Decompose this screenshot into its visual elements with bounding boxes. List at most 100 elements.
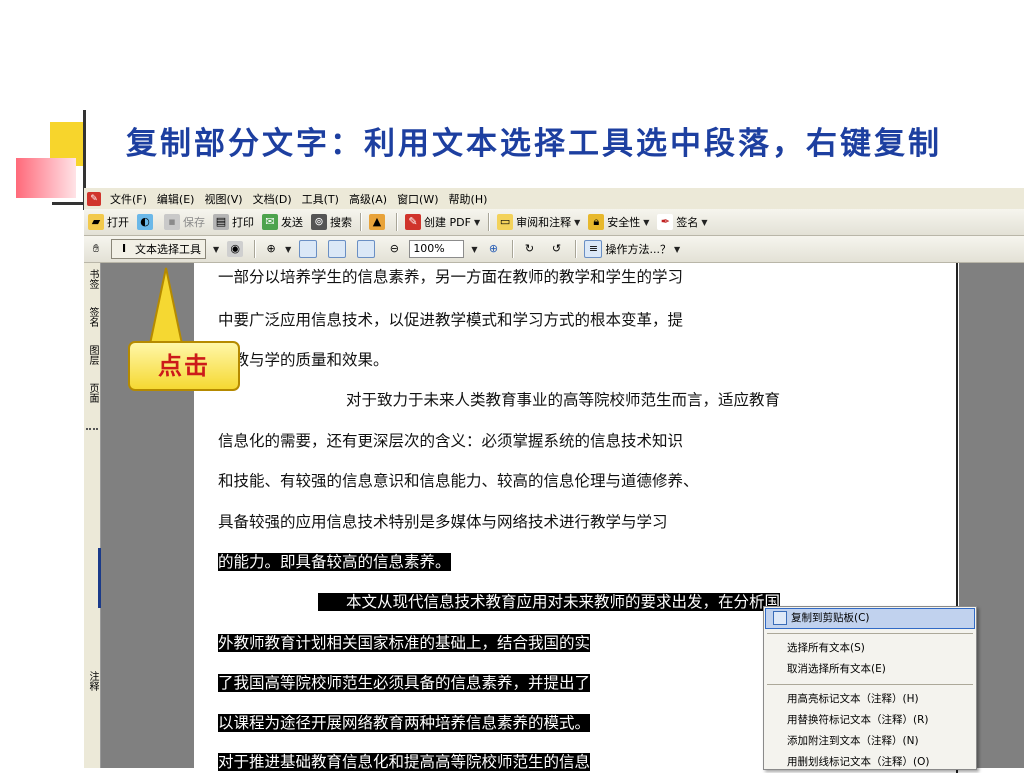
text-select-dropdown[interactable]: ▼	[206, 238, 223, 260]
lock-icon: 🔒︎	[588, 214, 605, 230]
context-menu-highlight-text[interactable]: 用高亮标记文本（注释）(H)	[764, 689, 976, 710]
menu-window[interactable]: 窗口(W)	[392, 191, 443, 207]
tab-bookmarks[interactable]: 书签	[85, 269, 98, 289]
organizer-button[interactable]: ◐	[133, 211, 160, 233]
zoom-out-button[interactable]: ⊖	[382, 238, 409, 260]
context-menu-separator	[767, 633, 973, 634]
create-pdf-button[interactable]: ✎ 创建 PDF ▼	[401, 211, 484, 233]
doc-line-selected[interactable]: 对于推进基础教育信息化和提高高等院校师范生的信息	[218, 750, 758, 772]
tab-signatures[interactable]: 签名	[85, 307, 98, 327]
print-button[interactable]: ▤ 打印	[209, 211, 258, 233]
menubar: ✎ 文件(F) 编辑(E) 视图(V) 文档(D) 工具(T) 高级(A) 窗口…	[84, 188, 1024, 209]
selected-text[interactable]: 对于推进基础教育信息化和提高高等院校师范生的信息	[218, 753, 591, 771]
text-select-tool-button[interactable]: I 文本选择工具	[111, 239, 206, 259]
doc-line-selected[interactable]: 外教师教育计划相关国家标准的基础上，结合我国的实	[218, 631, 758, 653]
tab-comments[interactable]: 注释	[85, 671, 98, 691]
context-menu-copy-to-clipboard[interactable]: 复制到剪贴板(C)	[765, 608, 975, 629]
context-menu-replace-text[interactable]: 用替换符标记文本（注释）(R)	[764, 710, 976, 731]
doc-line: 中要广泛应用信息技术，以促进教学模式和学习方式的根本变革，提	[218, 311, 684, 329]
doc-line: 信息化的需要，还有更深层次的含义：必须掌握系统的信息技术知识	[218, 432, 684, 450]
fit-width-icon	[357, 240, 376, 258]
binoculars-icon: ⊚	[311, 214, 327, 230]
toolbar-separator	[488, 213, 490, 231]
save-icon: ▪	[164, 214, 180, 230]
menu-edit[interactable]: 编辑(E)	[152, 191, 200, 207]
actual-size-icon	[299, 240, 318, 258]
doc-line-selected[interactable]: 了我国高等院校师范生必须具备的信息素养，并提出了	[218, 671, 758, 693]
context-menu-deselect-all[interactable]: 取消选择所有文本(E)	[764, 659, 976, 680]
navigation-tabs: 书签 签名 图层 页面 注释	[84, 263, 101, 768]
actual-size-button[interactable]	[295, 238, 324, 260]
zoom-in-button[interactable]: ⊕	[481, 238, 508, 260]
snapshot-tool-button[interactable]: ◉	[223, 238, 250, 260]
how-to-button[interactable]: ≡ 操作方法...？ ▼	[580, 238, 684, 260]
zoom-tool-button[interactable]: ⊕ ▼	[259, 238, 295, 260]
printer-icon: ▤	[213, 214, 229, 230]
menu-advanced[interactable]: 高级(A)	[344, 191, 392, 207]
pen-icon: ✒	[657, 214, 674, 230]
toolbar-separator	[396, 213, 397, 231]
tab-layers[interactable]: 图层	[85, 345, 98, 365]
doc-line: 一部分以培养学生的信息素养，另一方面在教师的教学和学生的学习	[218, 268, 684, 286]
picture-tasks-button[interactable]: ▲	[365, 211, 392, 233]
fit-page-button[interactable]	[324, 238, 353, 260]
chevron-down-icon: ▼	[643, 217, 650, 227]
menu-file[interactable]: 文件(F)	[105, 191, 152, 207]
doc-line: 具备较强的应用信息技术特别是多媒体与网络技术进行教学与学习	[218, 513, 668, 531]
chevron-down-icon: ▼	[285, 244, 292, 254]
comment-note-icon: ▭	[497, 214, 514, 230]
doc-line-selected[interactable]: 的能力。即具备较高的信息素养。	[218, 550, 758, 572]
chevron-down-icon: ▼	[673, 244, 681, 254]
sign-button[interactable]: ✒ 签名 ▼	[653, 211, 711, 233]
fit-page-icon	[328, 240, 347, 258]
zoom-in-icon: ⊕	[266, 242, 276, 255]
menu-help[interactable]: 帮助(H)	[444, 191, 493, 207]
zoom-dropdown[interactable]: ▼	[464, 238, 481, 260]
main-toolbar: ▰ 打开 ◐ ▪ 保存 ▤ 打印 ✉ 发送 ⊚ 搜索 ▲ ✎ 创建 PDF ▼ …	[84, 209, 1024, 236]
toolbar-separator	[512, 240, 514, 258]
toolbar-separator	[254, 240, 256, 258]
doc-line-selected[interactable]: 以课程为途径开展网络教育两种培养信息素养的模式。	[218, 711, 758, 733]
zoom-level-input[interactable]: 100%	[409, 240, 465, 258]
open-button[interactable]: ▰ 打开	[84, 211, 133, 233]
chevron-down-icon: ▼	[213, 244, 220, 254]
rotate-clockwise-icon: ↻	[524, 242, 535, 255]
toolbar-separator	[360, 213, 361, 231]
chevron-down-icon: ▼	[471, 244, 478, 254]
clipboard-icon	[773, 611, 787, 625]
context-menu-strikethrough[interactable]: 用删划线标记文本（注释）(O)	[764, 752, 976, 769]
menu-tools[interactable]: 工具(T)	[297, 191, 344, 207]
doc-line: 和技能、有较强的信息意识和信息能力、较高的信息伦理与道德修养、	[218, 472, 699, 490]
menu-document[interactable]: 文档(D)	[248, 191, 297, 207]
context-menu-add-note[interactable]: 添加附注到文本（注释）(N)	[764, 731, 976, 752]
selected-text[interactable]: 了我国高等院校师范生必须具备的信息素养，并提出了	[218, 674, 591, 692]
selected-text[interactable]: 以课程为途径开展网络教育两种培养信息素养的模式。	[218, 714, 591, 732]
rotate-clockwise-button[interactable]: ↻	[517, 238, 544, 260]
hand-icon: ✋︎	[92, 242, 100, 255]
send-button[interactable]: ✉ 发送	[258, 211, 307, 233]
selected-text[interactable]: 本文从现代信息技术教育应用对未来教师的要求出发，在分析国	[318, 593, 781, 611]
doc-line: 高教与学的质量和效果。	[218, 351, 389, 369]
organizer-icon: ◐	[137, 214, 153, 230]
security-button[interactable]: 🔒︎ 安全性 ▼	[584, 211, 653, 233]
email-send-icon: ✉	[262, 214, 278, 230]
review-comment-button[interactable]: ▭ 审阅和注释 ▼	[493, 211, 584, 233]
rotate-counterclockwise-button[interactable]: ↺	[544, 238, 571, 260]
menu-view[interactable]: 视图(V)	[199, 191, 247, 207]
hand-tool-button[interactable]: ✋︎	[84, 238, 111, 260]
fit-width-button[interactable]	[353, 238, 382, 260]
search-button[interactable]: ⊚ 搜索	[307, 211, 356, 233]
selected-text[interactable]: 外教师教育计划相关国家标准的基础上，结合我国的实	[218, 634, 591, 652]
folder-open-icon: ▰	[88, 214, 104, 230]
acrobat-icon: ✎	[87, 191, 101, 206]
chevron-down-icon: ▼	[574, 217, 581, 227]
save-button[interactable]: ▪ 保存	[160, 211, 209, 233]
doc-line: 对于致力于未来人类教育事业的高等院校师范生而言，适应教育	[346, 391, 781, 409]
tab-pages[interactable]: 页面	[85, 383, 98, 403]
chevron-down-icon: ▼	[473, 217, 481, 227]
rotate-counterclockwise-icon: ↺	[551, 242, 562, 255]
selected-text[interactable]: 的能力。即具备较高的信息素养。	[218, 553, 451, 571]
context-menu-select-all[interactable]: 选择所有文本(S)	[764, 638, 976, 659]
toolbar-separator	[575, 240, 577, 258]
text-cursor-icon: I	[121, 242, 127, 255]
